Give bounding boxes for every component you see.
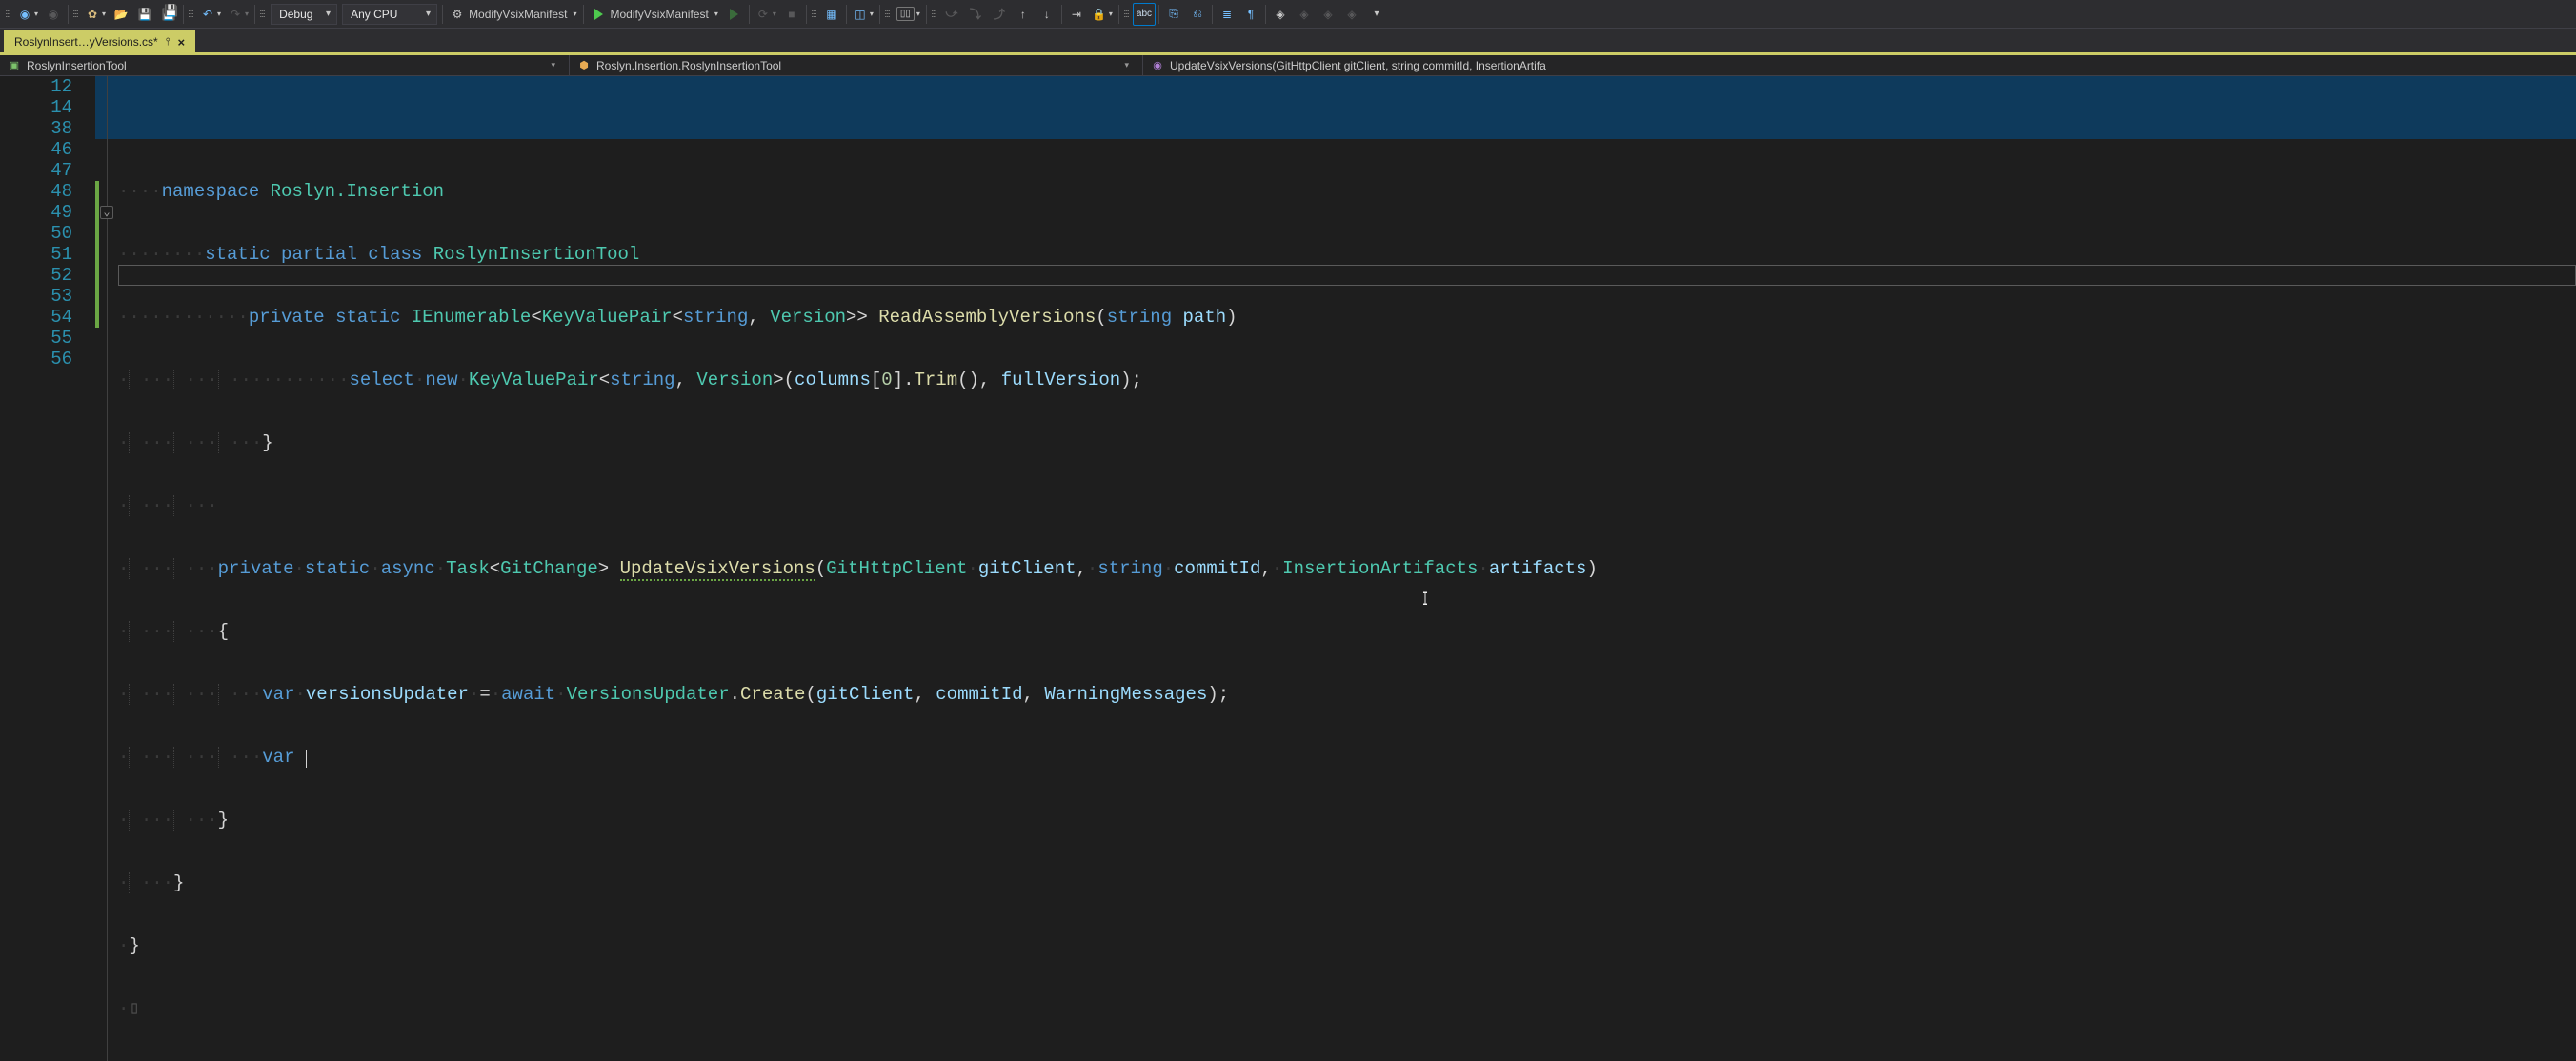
stop-button[interactable]: ■ — [780, 3, 803, 26]
toolbar-grip[interactable] — [189, 4, 194, 25]
line-number: 51 — [0, 244, 78, 265]
play-outline-button[interactable] — [723, 3, 746, 26]
toolbar-grip[interactable] — [885, 4, 891, 25]
tab-roslyn-insert-versions[interactable]: RoslynInsert…yVersions.cs* ⫯ × — [4, 30, 195, 53]
save-all-button[interactable]: 💾💾 — [157, 3, 180, 26]
line-number: 47 — [0, 160, 78, 181]
line-number: 38 — [0, 118, 78, 139]
collapse-button[interactable]: ⇥ — [1065, 3, 1088, 26]
member-name: UpdateVsixVersions(GitHttpClient gitClie… — [1170, 59, 1546, 72]
navigation-bar: ▣ RoslynInsertionTool ▾ ⬢ Roslyn.Inserti… — [0, 55, 2576, 76]
line-number: 56 — [0, 349, 78, 370]
line-number: 49 — [0, 202, 78, 223]
toolbar-grip[interactable] — [812, 4, 817, 25]
step-over-button[interactable]: ⤻ — [940, 3, 963, 26]
line-number-gutter: 12 14 38 46 47 48 49 50 51 52 53 54 55 5… — [0, 76, 95, 1061]
back-button[interactable]: ◉▾ — [14, 3, 41, 26]
code-editor[interactable]: 12 14 38 46 47 48 49 50 51 52 53 54 55 5… — [0, 76, 2576, 1061]
line-number: 53 — [0, 286, 78, 307]
tool-button-2[interactable]: ⎌ — [1186, 3, 1209, 26]
arrow-up-button[interactable]: ↑ — [1012, 3, 1035, 26]
line-number: 50 — [0, 223, 78, 244]
format-button[interactable]: ¶ — [1239, 3, 1262, 26]
forward-button[interactable]: ◉ — [42, 3, 65, 26]
bookmark-clear-button[interactable]: ◈ — [1340, 3, 1363, 26]
overflow-button[interactable]: ▾ — [1364, 3, 1387, 26]
line-number: 48 — [0, 181, 78, 202]
configuration-select[interactable]: Debug — [271, 4, 337, 25]
project-name: RoslynInsertionTool — [27, 59, 127, 72]
play-icon — [591, 7, 606, 22]
startup-project-label-2: ModifyVsixManifest — [610, 8, 708, 21]
window-split-button[interactable]: ◫▾ — [850, 3, 876, 26]
start-without-debug-button[interactable]: ModifyVsixManifest ▾ — [587, 3, 721, 26]
startup-project-label: ModifyVsixManifest — [469, 8, 567, 21]
line-number: 52 — [0, 265, 78, 286]
toolbar-grip[interactable] — [260, 4, 266, 25]
platform-label: Any CPU — [351, 8, 397, 21]
lock-button[interactable]: 🔒▾ — [1089, 3, 1116, 26]
fold-gutter: ⌄ — [99, 76, 118, 1061]
method-icon: ◉ — [1151, 59, 1164, 72]
arrow-down-button[interactable]: ↓ — [1036, 3, 1058, 26]
line-number: 54 — [0, 307, 78, 328]
type-dropdown[interactable]: ⬢ Roslyn.Insertion.RoslynInsertionTool ▾ — [570, 55, 1143, 75]
class-icon: ⬢ — [577, 59, 591, 72]
toolbar-grip[interactable] — [6, 4, 11, 25]
bookmark-button[interactable]: ◈ — [1269, 3, 1292, 26]
undo-button[interactable]: ↶▾ — [197, 3, 224, 26]
bookmark-prev-button[interactable]: ◈ — [1293, 3, 1316, 26]
configuration-label: Debug — [279, 8, 312, 21]
save-button[interactable]: 💾 — [133, 3, 156, 26]
step-into-button[interactable]: ⤵ — [964, 3, 987, 26]
indent-button[interactable]: ≣ — [1216, 3, 1238, 26]
bookmark-next-button[interactable]: ◈ — [1317, 3, 1339, 26]
platform-select[interactable]: Any CPU — [342, 4, 437, 25]
redo-button[interactable]: ↷▾ — [225, 3, 252, 26]
fold-toggle[interactable]: ⌄ — [100, 206, 113, 219]
toolbar-grip[interactable] — [1124, 4, 1130, 25]
project-dropdown[interactable]: ▣ RoslynInsertionTool ▾ — [0, 55, 570, 75]
new-project-button[interactable]: ✿▾ — [82, 3, 109, 26]
code-area[interactable]: ····namespace Roslyn.Insertion ········s… — [118, 76, 2576, 1061]
attach-process-button[interactable]: ⟳▾ — [753, 3, 779, 26]
close-icon[interactable]: × — [178, 35, 186, 50]
main-toolbar: ◉▾ ◉ ✿▾ 📂 💾 💾💾 ↶▾ ↷▾ Debug Any CPU ⚙ Mod… — [0, 0, 2576, 29]
line-number: 55 — [0, 328, 78, 349]
tool-button-1[interactable]: ⎘ — [1162, 3, 1185, 26]
line-number: 14 — [0, 97, 78, 118]
layout-button[interactable]: ▦ — [820, 3, 843, 26]
open-file-button[interactable]: 📂 — [110, 3, 132, 26]
gear-icon: ⚙ — [450, 7, 465, 22]
text-cursor — [306, 750, 307, 768]
toolbar-grip[interactable] — [932, 4, 937, 25]
hex-button[interactable]: ▯▯▾ — [894, 3, 923, 26]
step-out-button[interactable]: ⤴ — [988, 3, 1011, 26]
member-dropdown[interactable]: ◉ UpdateVsixVersions(GitHttpClient gitCl… — [1143, 55, 2576, 75]
pin-icon[interactable]: ⫯ — [166, 36, 171, 49]
hex-icon: ▯▯ — [896, 7, 915, 21]
document-tabs: RoslynInsert…yVersions.cs* ⫯ × — [0, 29, 2576, 55]
type-name: Roslyn.Insertion.RoslynInsertionTool — [596, 59, 781, 72]
line-number: 12 — [0, 76, 78, 97]
tab-title: RoslynInsert…yVersions.cs* — [14, 35, 158, 49]
csharp-project-icon: ▣ — [8, 59, 21, 72]
start-debug-button[interactable]: ⚙ ModifyVsixManifest ▾ — [446, 3, 580, 26]
line-number: 46 — [0, 139, 78, 160]
abc-button[interactable]: abc — [1133, 3, 1156, 26]
toolbar-grip[interactable] — [73, 4, 79, 25]
